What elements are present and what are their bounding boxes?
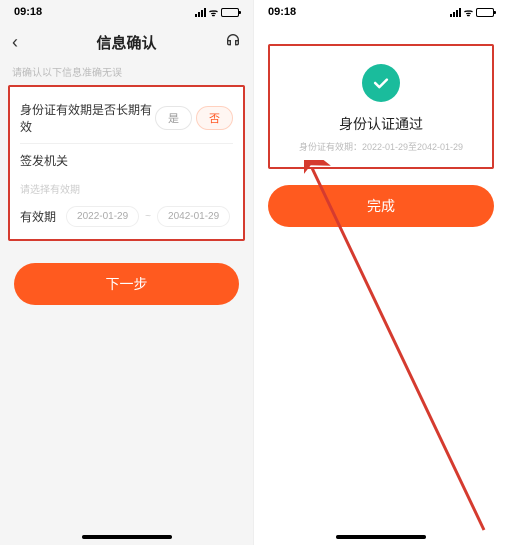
page-title: 信息确认 [32,32,221,53]
option-no[interactable]: 否 [196,106,233,130]
long-term-toggle: 是 否 [155,106,233,130]
option-yes[interactable]: 是 [155,106,192,130]
signal-icon [195,8,206,17]
nav-bar: ‹ 信息确认 [0,24,253,60]
battery-icon [221,8,239,17]
form-card: 身份证有效期是否长期有效 是 否 签发机关 请选择有效期 有效期 2022-01… [8,85,245,241]
issuer-row[interactable]: 签发机关 [10,144,243,177]
date-end-pill[interactable]: 2042-01-29 [157,206,230,227]
result-subtitle: 身份证有效期：2022-01-29至2042-01-29 [270,140,492,153]
signal-icon [450,8,461,17]
validity-label: 有效期 [20,208,56,225]
period-hint: 请选择有效期 [10,177,243,200]
status-time: 09:18 [14,6,42,18]
done-button[interactable]: 完成 [268,185,494,227]
date-start-pill[interactable]: 2022-01-29 [66,206,139,227]
status-bar: 09:18 ᯤ [0,0,253,24]
status-icons: ᯤ [450,5,494,19]
phone-screen-right: 09:18 ᯤ 身份认证通过 身份证有效期：2022-01-29至2042-01… [254,0,508,545]
confirm-hint: 请确认以下信息准确无误 [0,60,253,85]
issuer-label: 签发机关 [20,152,68,169]
next-button[interactable]: 下一步 [14,263,239,305]
result-card: 身份认证通过 身份证有效期：2022-01-29至2042-01-29 [268,44,494,169]
wifi-icon: ᯤ [209,5,218,19]
status-icons: ᯤ [195,5,239,19]
home-indicator [336,535,426,539]
home-indicator [82,535,172,539]
status-bar: 09:18 ᯤ [254,0,508,24]
wifi-icon: ᯤ [464,5,473,19]
status-time: 09:18 [268,6,296,18]
validity-row: 有效期 2022-01-29 ~ 2042-01-29 [10,200,243,231]
back-icon[interactable]: ‹ [12,32,32,53]
result-title: 身份认证通过 [270,114,492,134]
check-circle-icon [362,64,400,102]
long-term-label: 身份证有效期是否长期有效 [20,101,155,135]
date-separator: ~ [145,211,151,222]
long-term-row: 身份证有效期是否长期有效 是 否 [10,93,243,143]
support-icon[interactable] [221,32,241,52]
battery-icon [476,8,494,17]
phone-screen-left: 09:18 ᯤ ‹ 信息确认 请确认以下信息准确无误 身份证有效期是否长期有效 … [0,0,254,545]
